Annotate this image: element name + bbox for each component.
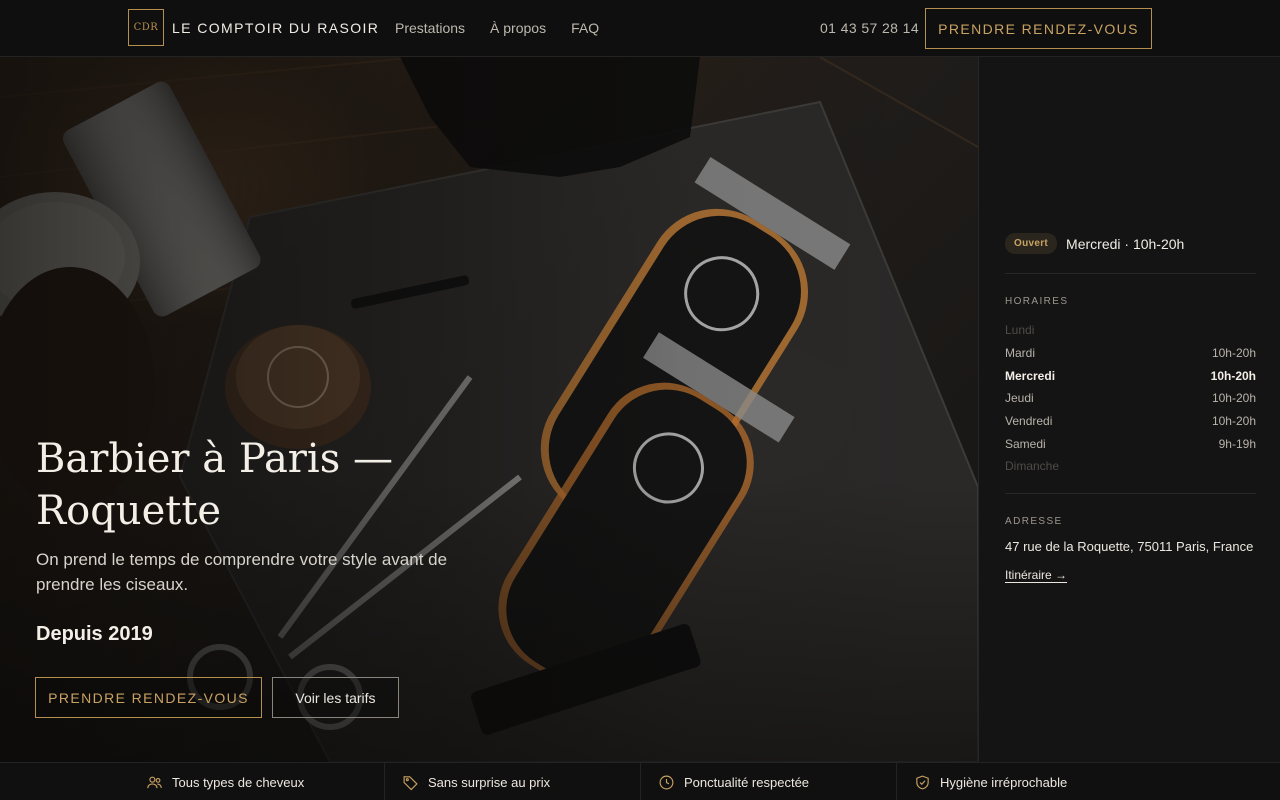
hours-time: 10h-20h <box>1210 368 1256 383</box>
today-hours: Mercredi · 10h-20h <box>1066 235 1185 252</box>
hero-section: Barbier à Paris — Roquette On prend le t… <box>0 57 978 762</box>
hours-row: Jeudi 10h-20h <box>1005 387 1256 410</box>
hours-time: 9h-19h <box>1218 436 1256 451</box>
users-icon <box>147 776 162 788</box>
hours-time: 10h-20h <box>1211 346 1256 361</box>
hours-day: Mardi <box>1005 346 1036 361</box>
divider <box>640 763 641 800</box>
shield-check-icon <box>916 775 929 789</box>
feature-item: Tous types de cheveux <box>146 763 304 800</box>
hours-day: Lundi <box>1005 323 1035 338</box>
hours-label: HORAIRES <box>1005 296 1069 307</box>
features-bar: Tous types de cheveux Sans surprise au p… <box>0 762 1280 800</box>
feature-item: Hygiène irréprochable <box>914 763 1067 800</box>
feature-label: Hygiène irréprochable <box>940 774 1068 790</box>
hours-row: Dimanche <box>1005 455 1256 478</box>
address: 47 rue de la Roquette, 75011 Paris, Fran… <box>1005 539 1254 554</box>
hours-day: Dimanche <box>1005 459 1060 474</box>
hours-day: Jeudi <box>1005 391 1034 406</box>
brand-name[interactable]: LE COMPTOIR DU RASOIR <box>172 20 379 36</box>
hours-row: Mardi 10h-20h <box>1005 342 1256 365</box>
divider <box>1005 273 1256 274</box>
hours-day: Mercredi <box>1005 368 1056 383</box>
feature-label: Tous types de cheveux <box>172 774 305 790</box>
feature-item: Ponctualité respectée <box>658 763 809 800</box>
divider <box>896 763 897 800</box>
hours-time: 10h-20h <box>1211 391 1256 406</box>
divider <box>1005 493 1256 494</box>
site-header: CDR LE COMPTOIR DU RASOIR Prestations À … <box>0 0 1280 57</box>
hours-row: Vendredi 10h-20h <box>1005 410 1256 433</box>
address-label: ADRESSE <box>1005 516 1063 527</box>
hours-list: Lundi Mardi 10h-20h Mercredi 10h-20h Jeudi 10h… <box>1005 319 1256 478</box>
founded-year: Depuis 2019 <box>36 623 153 645</box>
feature-label: Sans surprise au prix <box>428 774 551 790</box>
status-badge: Ouvert <box>1005 233 1058 254</box>
hours-day: Vendredi <box>1005 414 1053 429</box>
nav-link-faq[interactable]: FAQ <box>571 20 599 36</box>
hero-title: Barbier à Paris — Roquette <box>36 436 393 534</box>
hours-row: Lundi <box>1005 319 1256 342</box>
hours-time: 10h-20h <box>1211 414 1256 429</box>
tag-icon <box>403 775 418 790</box>
feature-item: Sans surprise au prix <box>402 763 550 800</box>
itinerary-link[interactable]: Itinéraire → <box>1005 568 1067 582</box>
info-sidebar: Ouvert Mercredi · 10h-20h HORAIRES Lundi… <box>978 57 1280 762</box>
phone-link[interactable]: 01 43 57 28 14 <box>820 20 919 36</box>
logo[interactable]: CDR <box>128 9 164 46</box>
opening-status: Ouvert Mercredi · 10h-20h <box>1005 233 1184 254</box>
hours-row: Samedi 9h-19h <box>1005 432 1256 455</box>
hours-day: Samedi <box>1005 436 1046 451</box>
hero-subtitle: On prend le temps de comprendre votre st… <box>36 550 448 594</box>
view-prices-button[interactable]: Voir les tarifs <box>272 677 399 718</box>
clock-icon <box>659 775 674 789</box>
nav-link-a-propos[interactable]: À propos <box>490 20 546 36</box>
feature-label: Ponctualité respectée <box>684 774 810 790</box>
nav-link-prestations[interactable]: Prestations <box>395 20 465 36</box>
hero-booking-button[interactable]: PRENDRE RENDEZ-VOUS <box>35 677 262 718</box>
main-nav: Prestations À propos FAQ <box>395 20 599 36</box>
divider <box>384 763 385 800</box>
header-booking-button[interactable]: PRENDRE RENDEZ-VOUS <box>925 8 1152 49</box>
hero-overlay <box>0 57 978 762</box>
hours-row: Mercredi 10h-20h <box>1005 364 1256 387</box>
